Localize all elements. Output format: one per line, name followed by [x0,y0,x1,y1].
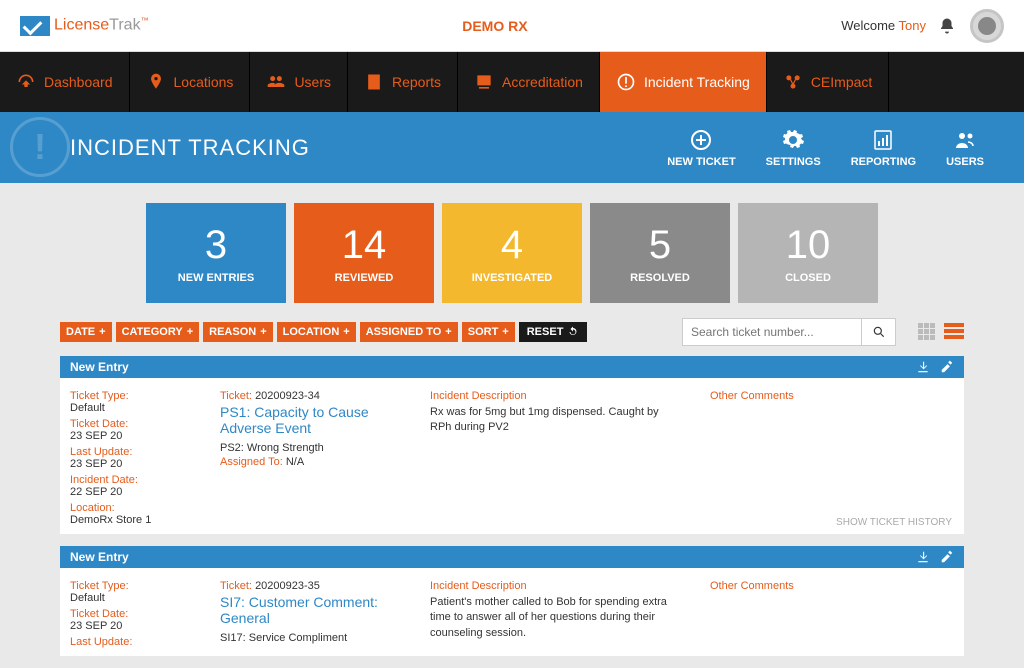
nav-users[interactable]: Users [250,52,348,112]
ticket-row: Ticket Type:DefaultTicket Date:23 SEP 20… [60,568,964,656]
org-title: DEMO RX [149,18,842,34]
report-icon [871,128,895,152]
stat-number: 14 [342,223,387,268]
users-button[interactable]: USERS [946,128,984,168]
welcome-text: Welcome Tony [841,18,926,33]
stat-label: REVIEWED [335,272,394,284]
stat-number: 3 [205,223,227,268]
ticket-meta: Ticket Type:DefaultTicket Date:23 SEP 20… [70,580,180,648]
filter-sort[interactable]: SORT + [462,322,515,342]
reporting-button[interactable]: REPORTING [851,128,916,168]
search-input[interactable] [682,318,862,346]
nav-accreditation[interactable]: Accreditation [458,52,600,112]
nav-dashboard[interactable]: Dashboard [0,52,130,112]
filter-assigned-to[interactable]: ASSIGNED TO + [360,322,458,342]
filter-location[interactable]: LOCATION + [277,322,356,342]
edit-icon[interactable] [940,550,954,564]
stat-card-new-entries[interactable]: 3 NEW ENTRIES [146,203,286,303]
plus-circle-icon [689,128,713,152]
main-nav: Dashboard Locations Users Reports Accred… [0,52,1024,112]
user-avatar[interactable] [970,9,1004,43]
edit-icon[interactable] [940,360,954,374]
page-subheader: ! INCIDENT TRACKING NEW TICKET SETTINGS … [0,112,1024,183]
notifications-icon[interactable] [938,17,956,35]
section-label: New Entry [70,550,129,564]
tickets-container: New Entry Ticket Type:DefaultTicket Date:… [0,356,1024,668]
page-title: INCIDENT TRACKING [70,135,310,161]
logo-icon [20,16,50,36]
logo[interactable]: LicenseTrak™ [20,16,149,36]
stat-card-reviewed[interactable]: 14 REVIEWED [294,203,434,303]
subheader-icon: ! [10,117,70,177]
stats-row: 3 NEW ENTRIES 14 REVIEWED 4 INVESTIGATED 5 RESO… [0,183,1024,318]
stat-card-resolved[interactable]: 5 RESOLVED [590,203,730,303]
ticket-comments: Other Comments [710,390,794,526]
ticket-meta: Ticket Type:DefaultTicket Date:23 SEP 20… [70,390,180,526]
stat-number: 10 [786,223,831,268]
stat-label: RESOLVED [630,272,690,284]
filter-date[interactable]: DATE + [60,322,112,342]
ticket-row: Ticket Type:DefaultTicket Date:23 SEP 20… [60,378,964,534]
nav-locations[interactable]: Locations [130,52,251,112]
stat-card-investigated[interactable]: 4 INVESTIGATED [442,203,582,303]
stat-number: 4 [501,223,523,268]
ticket-title-col: Ticket: 20200923-34PS1: Capacity to Caus… [220,390,390,526]
show-history-link[interactable]: SHOW TICKET HISTORY [836,517,952,528]
section-label: New Entry [70,360,129,374]
filter-row: DATE +CATEGORY +REASON +LOCATION +ASSIGN… [0,318,1024,356]
nav-reports[interactable]: Reports [348,52,458,112]
download-icon[interactable] [916,550,930,564]
nav-ceimpact[interactable]: CEImpact [767,52,889,112]
ticket-section-header: New Entry [60,356,964,378]
gear-icon [781,128,805,152]
stat-card-closed[interactable]: 10 CLOSED [738,203,878,303]
filter-reason[interactable]: REASON + [203,322,273,342]
ticket-title-link[interactable]: PS1: Capacity to Cause Adverse Event [220,404,390,436]
stat-label: INVESTIGATED [472,272,552,284]
ticket-description: Incident DescriptionPatient's mother cal… [430,580,670,648]
reset-button[interactable]: RESET [519,322,588,342]
ticket-title-link[interactable]: SI7: Customer Comment: General [220,594,390,626]
grid-view-icon[interactable] [918,323,938,341]
logo-text: LicenseTrak™ [54,16,149,34]
refresh-icon [567,326,579,338]
stat-number: 5 [649,223,671,268]
users-icon [953,128,977,152]
ticket-comments: Other Comments [710,580,794,648]
download-icon[interactable] [916,360,930,374]
search-icon [872,325,886,339]
search-button[interactable] [862,318,896,346]
new-ticket-button[interactable]: NEW TICKET [667,128,735,168]
nav-incident-tracking[interactable]: Incident Tracking [600,52,767,112]
filter-category[interactable]: CATEGORY + [116,322,200,342]
ticket-title-col: Ticket: 20200923-35SI7: Customer Comment… [220,580,390,648]
list-view-icon[interactable] [944,323,964,341]
stat-label: CLOSED [785,272,831,284]
settings-button[interactable]: SETTINGS [766,128,821,168]
ticket-description: Incident DescriptionRx was for 5mg but 1… [430,390,670,526]
top-header: LicenseTrak™ DEMO RX Welcome Tony [0,0,1024,52]
ticket-section-header: New Entry [60,546,964,568]
stat-label: NEW ENTRIES [178,272,254,284]
